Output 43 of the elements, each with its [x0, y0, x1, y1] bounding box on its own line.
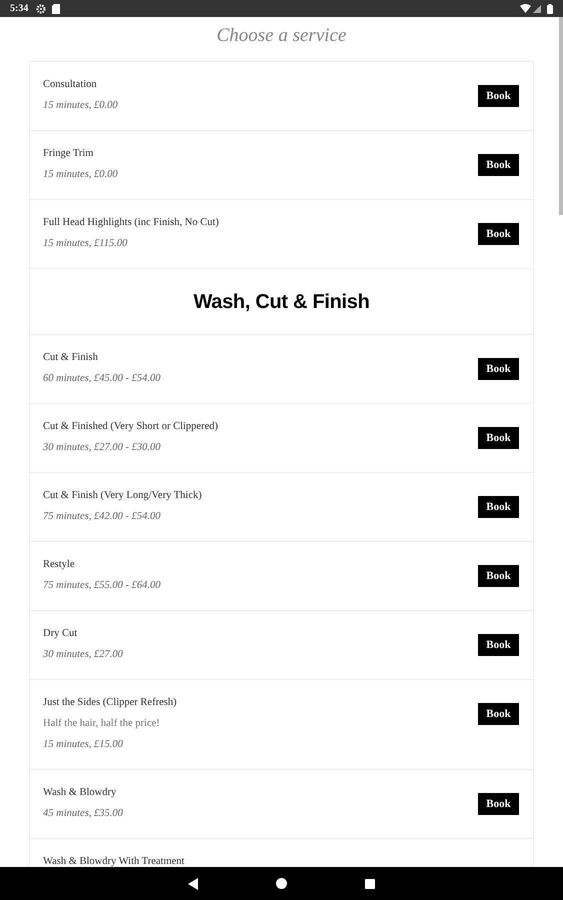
service-name: Wash & Blowdry With Treatment: [43, 855, 186, 867]
service-name: Fringe Trim: [43, 147, 94, 161]
service-duration-price: 75 minutes, £42.00 - £54.00: [43, 510, 162, 524]
section-heading: Wash, Cut & Finish: [193, 290, 370, 314]
service-name: Consultation: [43, 78, 98, 92]
service-duration-price: 45 minutes, £35.00: [43, 807, 124, 821]
book-button[interactable]: Book: [478, 634, 519, 656]
status-time: 5:34: [10, 2, 28, 16]
service-duration-price: 30 minutes, £27.00: [43, 648, 124, 662]
service-name: Wash & Blowdry: [43, 786, 118, 800]
service-name: Restyle: [43, 558, 76, 572]
service-name: Full Head Highlights (inc Finish, No Cut): [43, 216, 220, 230]
service-duration-price: 60 minutes, £45.00 - £54.00: [43, 372, 162, 386]
gear-icon: [36, 4, 46, 14]
back-icon[interactable]: [188, 878, 198, 890]
book-button[interactable]: Book: [478, 565, 519, 587]
service-name: Just the Sides (Clipper Refresh): [43, 696, 178, 710]
book-button[interactable]: Book: [478, 154, 519, 176]
book-button[interactable]: Book: [478, 793, 519, 815]
book-button[interactable]: Book: [478, 427, 519, 449]
service-duration-price: 30 minutes, £27.00 - £30.00: [43, 441, 162, 455]
service-description: Half the hair, half the price!: [43, 717, 161, 731]
service-duration-price: 15 minutes, £0.00: [43, 168, 119, 182]
book-button[interactable]: Book: [478, 223, 519, 245]
home-icon[interactable]: [276, 878, 287, 889]
recents-icon[interactable]: [365, 878, 375, 888]
sd-card-icon: [52, 4, 60, 14]
book-button[interactable]: Book: [478, 85, 519, 107]
book-button[interactable]: Book: [478, 358, 519, 380]
signal-icon: [533, 4, 541, 12]
service-duration-price: 75 minutes, £55.00 - £64.00: [43, 579, 162, 593]
book-button[interactable]: Book: [478, 496, 519, 518]
page-title: Choose a service: [216, 24, 346, 48]
service-name: Cut & Finish (Very Long/Very Thick): [43, 489, 203, 503]
service-duration-price: 15 minutes, £15.00: [43, 738, 124, 752]
wifi-icon: [520, 4, 531, 13]
service-name: Cut & Finish: [43, 351, 99, 365]
service-duration-price: 15 minutes, £0.00: [43, 99, 119, 113]
service-name: Cut & Finished (Very Short or Clippered): [43, 420, 219, 434]
book-button[interactable]: Book: [478, 703, 519, 725]
service-name: Dry Cut: [43, 627, 78, 641]
service-duration-price: 15 minutes, £115.00: [43, 237, 128, 251]
battery-icon: [547, 4, 553, 14]
